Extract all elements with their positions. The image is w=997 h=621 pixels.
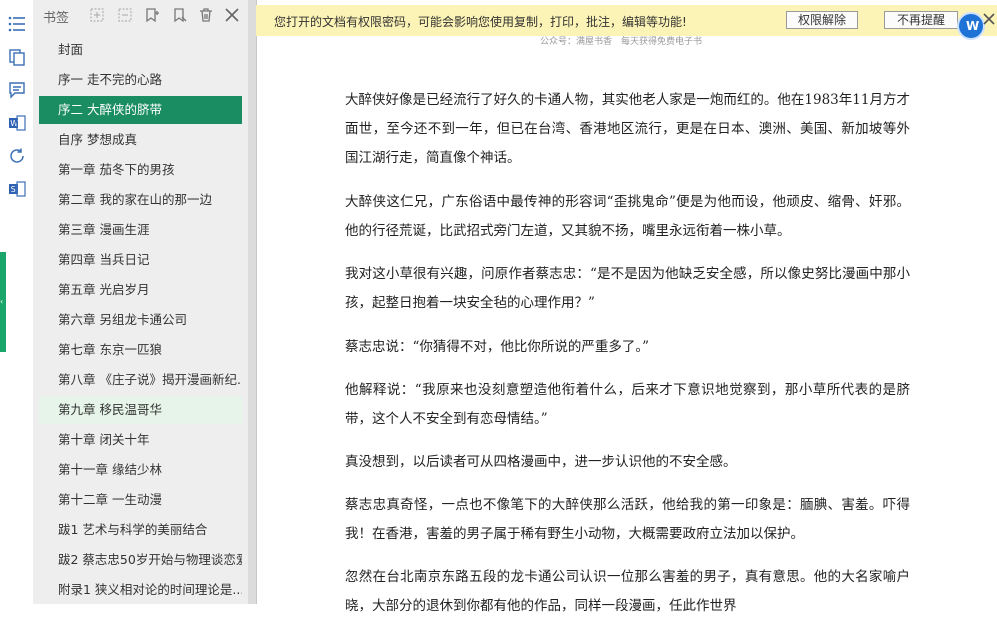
permission-notice-text: 您打开的文档有权限密码，可能会影响您使用复制，打印，批注，编辑等功能! <box>274 15 687 29</box>
bookmark-item[interactable]: 自序 梦想成真 <box>39 126 242 154</box>
bookmark-item[interactable]: 序一 走不完的心路 <box>39 66 242 94</box>
bookmark-item[interactable]: 序二 大醉侠的脐带 <box>39 96 242 124</box>
outline-list-icon[interactable] <box>8 15 26 33</box>
document-paragraph: 大醉侠好像是已经流行了好久的卡通人物，其实他老人家是一炮而红的。他在1983年1… <box>345 92 910 166</box>
bookmark-item[interactable]: 第十章 闭关十年 <box>39 426 242 454</box>
bookmark-item[interactable]: 第三章 漫画生涯 <box>39 216 242 244</box>
document-paragraph: 我对这小草很有兴趣，问原作者蔡志忠：“是不是因为他缺乏安全感，所以像史努比漫画中… <box>345 266 910 311</box>
document-paragraph: 忽然在台北南京东路五段的龙卡通公司认识一位那么害羞的男子，真有意思。他的大名家喻… <box>345 569 910 614</box>
bookmark-item[interactable]: 附录1 狭义相对论的时间理论是... <box>39 576 242 604</box>
pdf-to-excel-icon[interactable]: S <box>8 180 26 198</box>
bookmark-item[interactable]: 第七章 东京一匹狼 <box>39 336 242 364</box>
bookmark-item[interactable]: 第八章 《庄子说》揭开漫画新纪... <box>39 366 242 394</box>
permission-notice-bar: 您打开的文档有权限密码，可能会影响您使用复制，打印，批注，编辑等功能! 权限解除… <box>256 5 997 36</box>
expand-all-icon[interactable] <box>89 7 105 23</box>
dont-remind-button[interactable]: 不再提醒 <box>884 11 958 29</box>
add-bookmark-icon[interactable] <box>144 7 160 23</box>
bookmark-item[interactable]: 第四章 当兵日记 <box>39 246 242 274</box>
document-paragraph: 他解释说：“我原来也没刻意塑造他衔着什么，后来才下意识地觉察到，那小草所代表的是… <box>345 382 910 427</box>
bookmark-item[interactable]: 第一章 茄冬下的男孩 <box>39 156 242 184</box>
bookmark-item[interactable]: 第十二章 一生动漫 <box>39 486 242 514</box>
svg-text:S: S <box>11 185 16 194</box>
bookmark-item[interactable]: 第九章 移民温哥华 <box>39 396 242 424</box>
bookmark-item[interactable]: 跋2 蔡志忠50岁开始与物理谈恋爱 <box>39 546 242 574</box>
bookmark-item[interactable]: 第六章 另组龙卡通公司 <box>39 306 242 334</box>
bookmark-panel-title: 书签 <box>43 11 70 26</box>
document-paragraph: 大醉侠这仁兄，广东俗语中最传神的形容词“歪挑鬼命”便是为他而设，他顽皮、缩骨、奸… <box>345 194 910 239</box>
close-notice-icon[interactable] <box>982 11 996 25</box>
panel-document-divider <box>248 0 256 604</box>
bookmark-item[interactable]: 第十一章 缘结少林 <box>39 456 242 484</box>
word-convert-badge-icon[interactable]: W <box>957 12 985 40</box>
remove-permission-button[interactable]: 权限解除 <box>786 11 858 29</box>
bookmark-item[interactable]: 第二章 我的家在山的那一边 <box>39 186 242 214</box>
bookmark-panel-header: 书签 <box>33 0 248 30</box>
rotate-refresh-icon[interactable] <box>8 147 26 165</box>
close-panel-icon[interactable] <box>224 7 240 23</box>
thumbnail-pages-icon[interactable] <box>8 48 26 66</box>
collapse-all-icon[interactable] <box>117 7 133 23</box>
annotation-comment-icon[interactable] <box>8 81 26 99</box>
bookmark-item[interactable]: 封面 <box>39 36 242 64</box>
bookmark-panel: 书签 封面 序一 走不完的心路 序二 大醉侠的脐带 自序 梦想成真 第一章 茄冬下的男孩… <box>33 0 248 604</box>
add-child-bookmark-icon[interactable] <box>172 7 188 23</box>
bookmark-item[interactable]: 跋1 艺术与科学的美丽结合 <box>39 516 242 544</box>
document-paragraph: 真没想到，以后读者可从四格漫画中，进一步认识他的不安全感。 <box>345 454 737 470</box>
bookmark-item[interactable]: 第五章 光启岁月 <box>39 276 242 304</box>
document-paragraph: 蔡志忠真奇怪，一点也不像笔下的大醉侠那么活跃，他给我的第一印象是：腼腆、害羞。吓… <box>345 497 910 542</box>
collapse-arrow-icon: ‹ <box>0 297 4 306</box>
pdf-to-word-icon[interactable]: W <box>8 114 26 132</box>
panel-collapse-handle[interactable]: ‹ <box>0 252 6 352</box>
document-paragraph: 蔡志忠说：“你猜得不对，他比你所说的严重多了。” <box>345 339 650 355</box>
delete-bookmark-icon[interactable] <box>198 7 214 23</box>
